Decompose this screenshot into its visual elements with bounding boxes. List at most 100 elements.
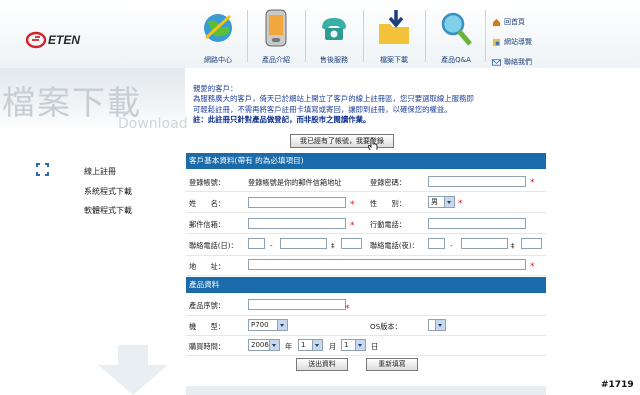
purchase-date-label: 購買時間： — [189, 342, 225, 351]
footer-bar — [186, 386, 546, 395]
magnifier-icon — [441, 12, 472, 46]
password-field[interactable] — [428, 176, 526, 187]
chevron-down-icon — [355, 340, 365, 350]
password-label: 登錄密碼： — [370, 178, 406, 187]
page-subtitle: Download — [118, 116, 188, 132]
nav-label: 產品Q&A — [441, 56, 471, 64]
quick-link-home[interactable]: 回首頁 — [492, 16, 525, 28]
nav-after-sales[interactable]: 售後服務 — [306, 4, 362, 66]
nav-label: 檔案下載 — [380, 56, 408, 64]
phone-night-number-field[interactable] — [461, 238, 508, 249]
phone-day-label: 聯絡電話(日)： — [189, 241, 238, 250]
nav-products[interactable]: 產品介紹 — [248, 4, 304, 66]
address-field[interactable] — [248, 259, 526, 270]
day-unit: 日 — [371, 342, 379, 351]
required-star: * — [350, 221, 355, 231]
intro-line-2: 可輕鬆註冊，不需再將客戶註冊卡填寫或寄回，讓即到註冊，以確保您的權益。 — [193, 104, 452, 114]
chevron-down-icon — [312, 340, 322, 350]
globe-icon — [204, 14, 232, 42]
phone-day-number-field[interactable] — [280, 238, 327, 249]
folder-download-icon — [379, 10, 409, 44]
required-star: * — [530, 262, 535, 272]
form-row — [186, 315, 546, 336]
form-row — [186, 191, 546, 213]
page-number: #1719 — [601, 380, 634, 390]
address-label: 地 址： — [189, 262, 225, 271]
phone-day-area-field[interactable] — [248, 238, 265, 249]
nav-label: 網路中心 — [204, 56, 232, 64]
mail-icon — [492, 58, 501, 66]
serial-field[interactable] — [248, 299, 346, 310]
name-label: 姓 名： — [189, 199, 225, 208]
required-star: * — [350, 200, 355, 210]
model-label: 機 型： — [189, 322, 225, 331]
purchase-month-select[interactable]: 1 — [298, 339, 323, 351]
account-label: 登錄帳號： — [189, 178, 225, 187]
account-hint: 登錄帳號是你的郵件信箱地址 — [248, 178, 342, 187]
sidebar-item-online-registration[interactable]: 線上註冊 — [84, 166, 116, 177]
sidebar-item-software-download[interactable]: 軟體程式下載 — [84, 205, 132, 216]
gender-label: 性 別： — [370, 199, 406, 208]
nav-file-download[interactable]: 檔案下載 — [366, 4, 422, 66]
os-version-label: OS版本： — [370, 322, 402, 331]
form-row — [186, 335, 546, 356]
required-star: * — [458, 199, 463, 209]
intro-note: 註：此註冊只針對產品做登記，而非股市之閱讀作業。 — [193, 114, 371, 124]
customer-section-header: 客戶基本資料(帶有 的為必填項目) — [186, 153, 546, 169]
month-unit: 月 — [329, 342, 337, 351]
nav-product-qa[interactable]: 產品Q&A — [428, 4, 484, 66]
chevron-down-icon — [269, 340, 279, 350]
email-label: 郵件信箱： — [189, 220, 225, 229]
ext-separator: ‡ — [511, 241, 515, 250]
nav-network-center[interactable]: 網路中心 — [190, 4, 246, 66]
existing-account-login-button[interactable]: 我已經有了帳號，我要登錄 — [290, 134, 394, 148]
dash-separator: - — [450, 241, 453, 250]
year-unit: 年 — [285, 342, 293, 351]
quick-link-contact[interactable]: 聯絡我們 — [492, 56, 532, 68]
chevron-down-icon — [277, 320, 287, 330]
purchase-day-select[interactable]: 1 — [341, 339, 366, 351]
intro-text: 親愛的客戶： 為服務廣大的客戶，倚天已於網站上開立了客戶的線上註冊區，您只要選取… — [193, 84, 543, 125]
sitemap-icon — [492, 38, 501, 46]
reset-button[interactable]: 重新填寫 — [366, 358, 418, 371]
chevron-down-icon — [435, 320, 445, 330]
purchase-year-select[interactable]: 2006 — [248, 339, 280, 351]
dash-separator: - — [270, 241, 273, 250]
nav-divider — [363, 10, 364, 62]
phone-icon — [322, 18, 346, 40]
phone-night-label: 聯絡電話(夜)： — [370, 241, 419, 250]
product-section-header: 產品資料 — [186, 277, 546, 293]
nav-divider — [485, 10, 486, 62]
intro-line-1: 為服務廣大的客戶，倚天已於網站上開立了客戶的線上註冊區，您只要選取線上服務即 — [193, 94, 474, 104]
bracket-marker-icon — [36, 163, 49, 176]
email-field[interactable] — [248, 218, 346, 229]
required-star: * — [530, 178, 535, 188]
pda-icon — [265, 9, 287, 47]
down-arrow-decoration — [98, 345, 168, 395]
month-value: 1 — [301, 341, 306, 349]
serial-label: 產品序號： — [189, 301, 225, 310]
gender-select[interactable]: 男 — [428, 196, 455, 208]
nav-label: 產品介紹 — [262, 56, 290, 64]
nav-label: 售後服務 — [320, 56, 348, 64]
submit-button[interactable]: 送出資料 — [296, 358, 348, 371]
nav-divider — [425, 10, 426, 62]
mobile-field[interactable] — [428, 218, 526, 229]
form-row — [186, 295, 546, 316]
model-select[interactable]: P700 — [248, 319, 288, 331]
quick-link-label: 網站導覽 — [504, 38, 532, 46]
sidebar-item-system-download[interactable]: 系統程式下載 — [84, 186, 132, 197]
day-value: 1 — [344, 341, 349, 349]
intro-greeting: 親愛的客戶： — [193, 84, 238, 93]
quick-link-sitemap[interactable]: 網站導覽 — [492, 36, 532, 48]
phone-night-ext-field[interactable] — [521, 238, 542, 249]
phone-day-ext-field[interactable] — [341, 238, 362, 249]
quick-link-label: 回首頁 — [504, 18, 525, 26]
os-version-select[interactable] — [428, 319, 446, 331]
required-star: * — [345, 304, 350, 314]
eten-logo[interactable]: ETEN — [26, 30, 96, 50]
quick-link-label: 聯絡我們 — [504, 58, 532, 66]
chevron-down-icon — [444, 197, 454, 207]
phone-night-area-field[interactable] — [428, 238, 445, 249]
name-field[interactable] — [248, 197, 346, 208]
